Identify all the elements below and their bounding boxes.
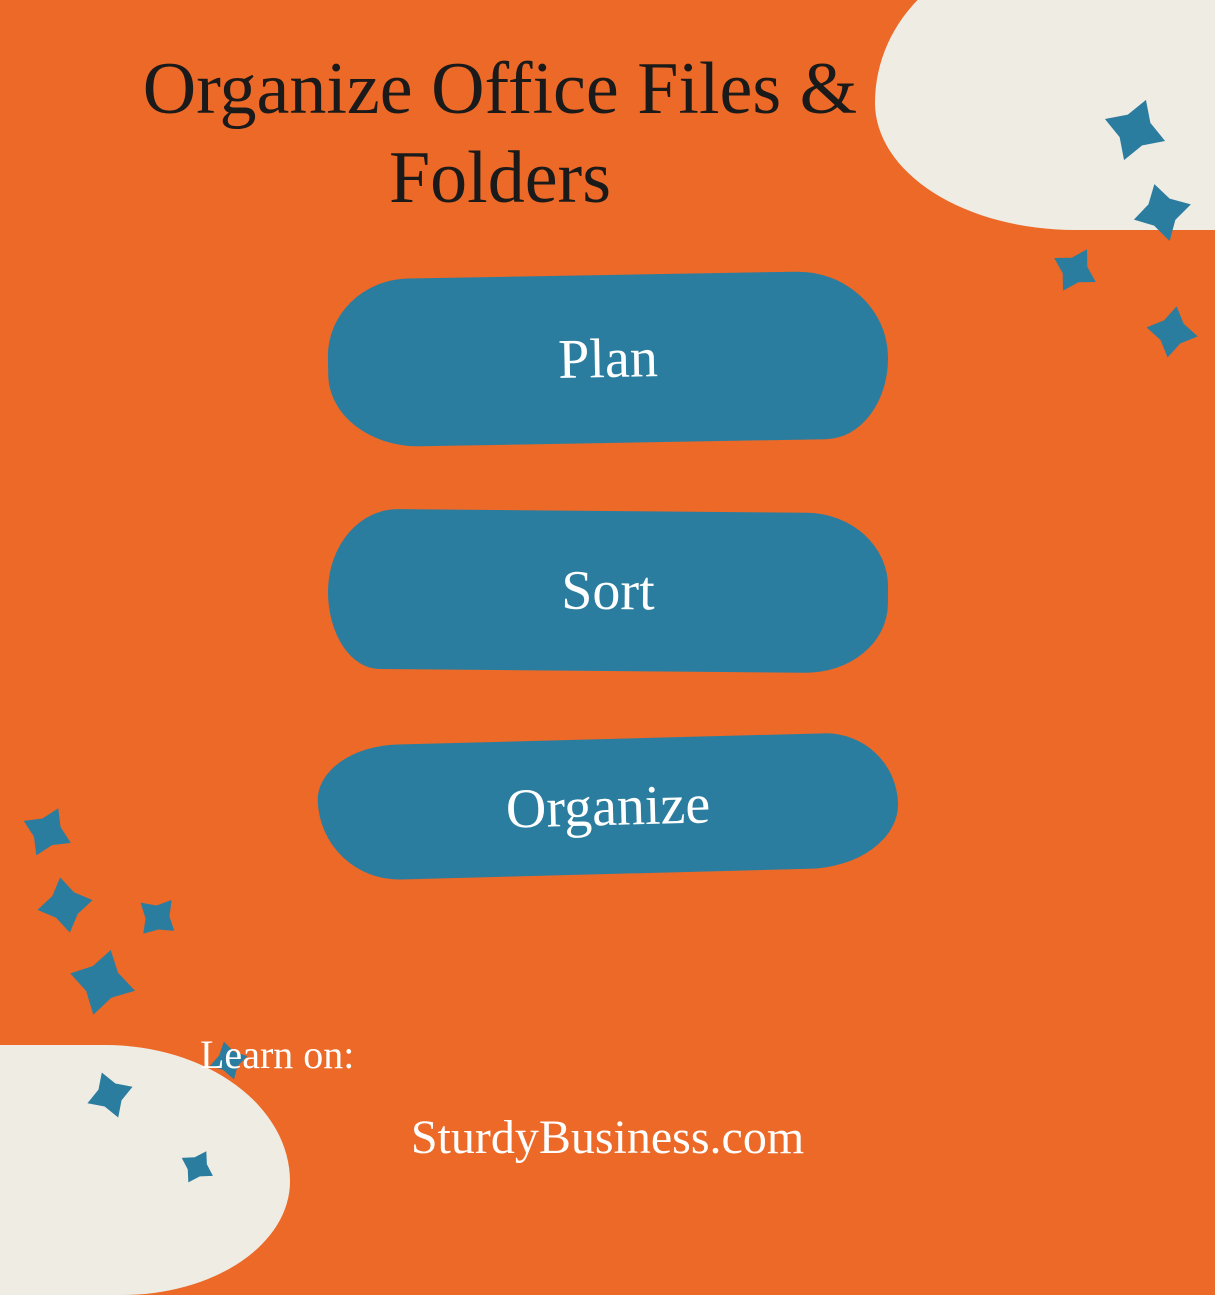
step-item-sort: Sort	[327, 509, 888, 674]
step-label: Plan	[557, 326, 658, 392]
step-label: Organize	[505, 772, 711, 841]
footer: Learn on: SturdyBusiness.com	[0, 1031, 1215, 1165]
plus-icon	[119, 879, 196, 956]
step-item-organize: Organize	[316, 731, 899, 881]
step-label: Sort	[561, 559, 655, 624]
step-item-plan: Plan	[326, 270, 889, 448]
plus-icon	[50, 930, 154, 1034]
steps-list: Plan Sort Organize	[0, 275, 1215, 874]
footer-lead-text: Learn on:	[0, 1031, 1215, 1078]
plus-icon	[24, 864, 105, 945]
page-title: Organize Office Files & Folders	[50, 45, 950, 223]
footer-site-text: SturdyBusiness.com	[0, 1110, 1215, 1165]
